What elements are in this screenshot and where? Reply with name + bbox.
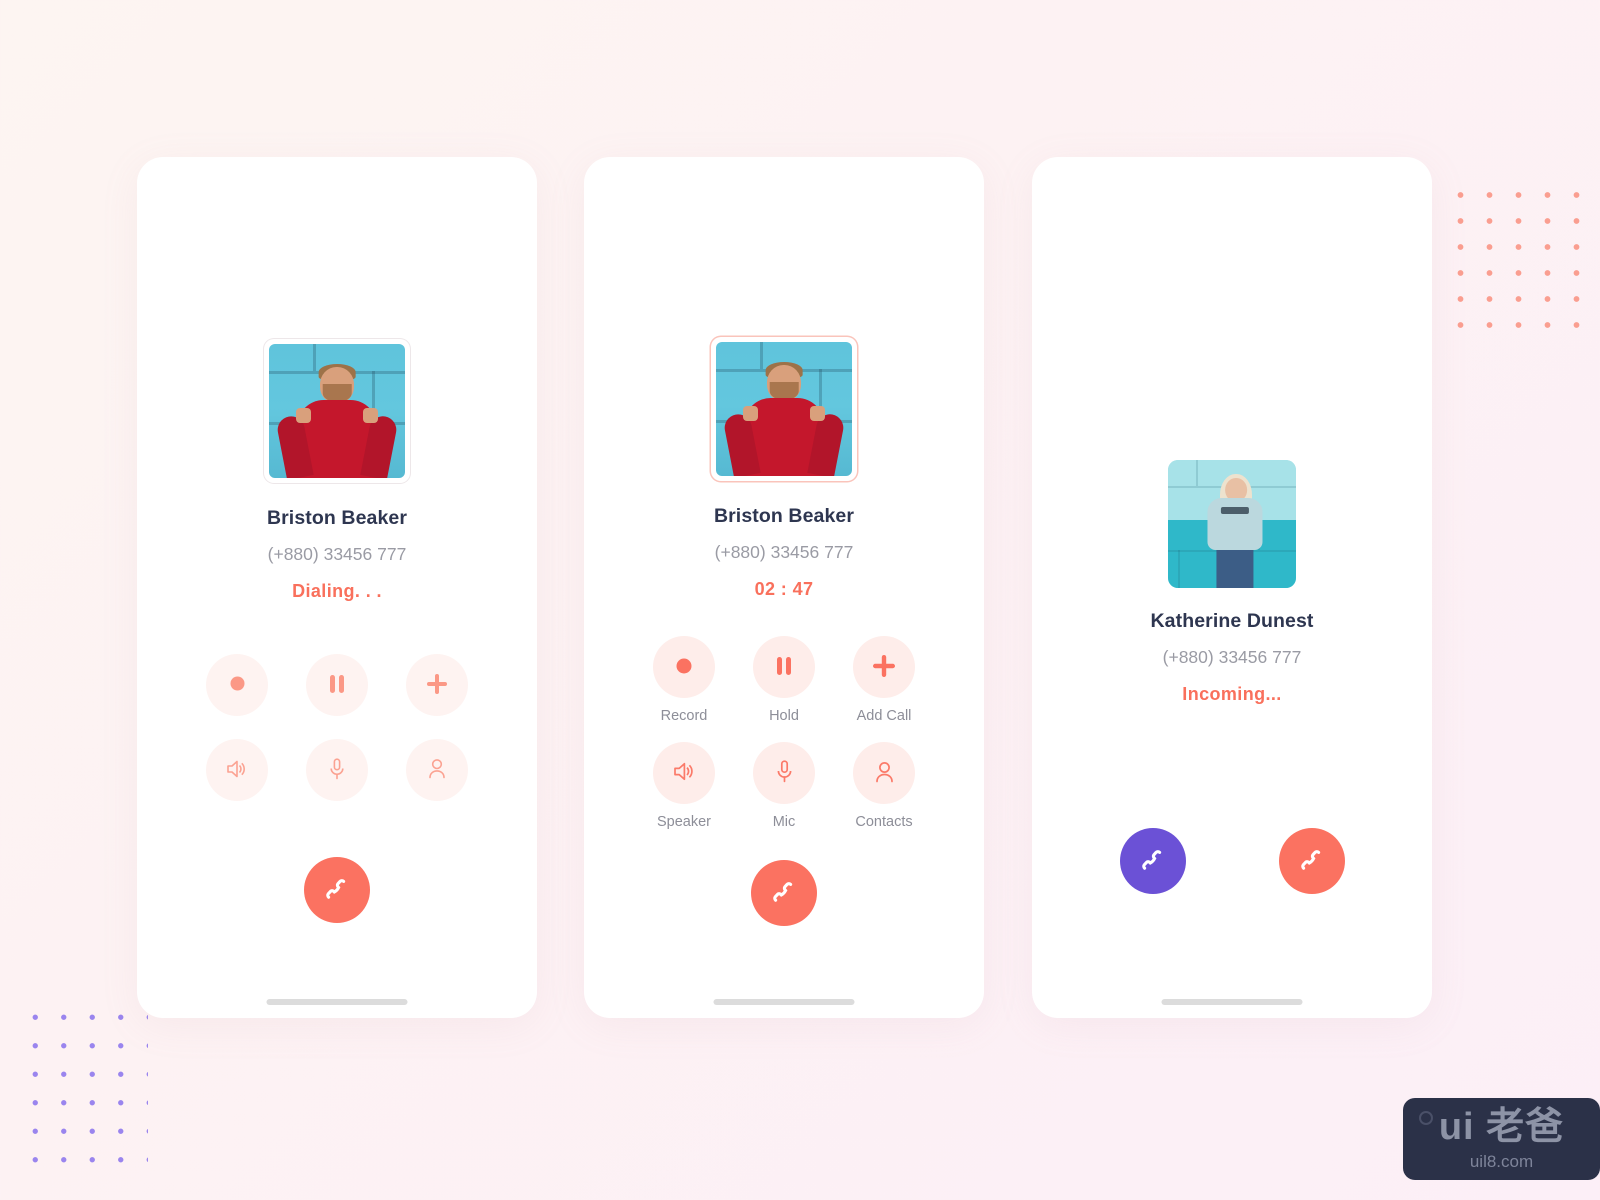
control-record: Record [653, 636, 715, 724]
phone-screen-in-call: Briston Beaker (+880) 33456 777 02 : 47 … [584, 157, 984, 1018]
control-hold [306, 654, 368, 716]
contact-name: Katherine Dunest [1150, 610, 1314, 632]
contacts-button[interactable] [406, 739, 468, 801]
control-add-call [406, 654, 468, 716]
contact-phone: (+880) 33456 777 [714, 542, 854, 562]
home-indicator[interactable] [266, 999, 408, 1005]
contacts-icon [427, 758, 447, 782]
watermark-logo: ui 老爸 [1438, 1106, 1565, 1148]
speaker-icon [673, 761, 696, 785]
contact-name: Briston Beaker [713, 505, 855, 527]
control-speaker: Speaker [653, 742, 715, 830]
contacts-icon [874, 761, 895, 786]
add-call-button[interactable] [406, 654, 468, 716]
mic-icon [329, 757, 345, 783]
end-call-icon [323, 875, 351, 906]
speaker-button[interactable] [653, 742, 715, 804]
contacts-button[interactable] [853, 742, 915, 804]
plus-icon [426, 673, 448, 698]
control-speaker [206, 739, 268, 801]
accept-call-button[interactable] [1119, 828, 1186, 894]
control-contacts [406, 739, 468, 801]
phone-screen-incoming: Katherine Dunest (+880) 33456 777 Incomi… [1032, 157, 1432, 1018]
speaker-icon [226, 759, 248, 782]
mic-icon [776, 760, 793, 786]
decorative-dot-grid-purple [18, 1000, 148, 1175]
control-contacts: Contacts [853, 742, 915, 830]
call-timer: 02 : 47 [754, 579, 814, 599]
home-indicator[interactable] [713, 999, 855, 1005]
hold-button[interactable] [753, 636, 815, 698]
control-mic: Mic [753, 742, 815, 830]
watermark-url: uil8.com [1469, 1152, 1534, 1171]
control-record [206, 654, 268, 716]
home-indicator[interactable] [1161, 999, 1303, 1005]
control-mic [306, 739, 368, 801]
control-label: Speaker [656, 814, 711, 830]
record-icon [229, 675, 246, 695]
accept-call-icon [1139, 846, 1167, 877]
plus-icon [872, 654, 896, 681]
control-label: Contacts [855, 814, 913, 830]
pause-icon [775, 656, 793, 679]
end-call-button[interactable] [304, 857, 370, 923]
call-controls-grid: Record Hold Add Call Speaker Mic Contact… [634, 636, 934, 830]
pause-icon [328, 674, 346, 697]
mic-button[interactable] [306, 739, 368, 801]
decline-call-icon [1298, 846, 1326, 877]
avatar [711, 337, 857, 481]
end-call-button[interactable] [751, 860, 817, 926]
control-label: Hold [769, 708, 799, 724]
incoming-actions [1119, 828, 1345, 894]
contact-phone: (+880) 33456 777 [1162, 647, 1302, 667]
record-button[interactable] [653, 636, 715, 698]
avatar [264, 339, 410, 483]
call-status: Incoming... [1182, 684, 1282, 704]
speaker-button[interactable] [206, 739, 268, 801]
decline-call-button[interactable] [1278, 828, 1345, 894]
avatar [1168, 460, 1296, 588]
phone-screen-dialing: Briston Beaker (+880) 33456 777 Dialing.… [137, 157, 537, 1018]
control-label: Record [660, 708, 708, 724]
record-button[interactable] [206, 654, 268, 716]
control-label: Mic [772, 814, 796, 830]
control-hold: Hold [753, 636, 815, 724]
mic-button[interactable] [753, 742, 815, 804]
watermark-badge: ui 老爸 uil8.com [1403, 1098, 1600, 1180]
add-call-button[interactable] [853, 636, 915, 698]
contact-name: Briston Beaker [266, 507, 408, 529]
contact-phone: (+880) 33456 777 [267, 544, 407, 564]
decorative-dot-grid-coral [1442, 178, 1600, 343]
control-label: Add Call [856, 708, 912, 724]
call-status: Dialing. . . [292, 581, 382, 601]
hold-button[interactable] [306, 654, 368, 716]
end-call-icon [770, 878, 798, 909]
call-controls-grid [187, 654, 487, 801]
control-add-call: Add Call [853, 636, 915, 724]
record-icon [675, 657, 693, 678]
